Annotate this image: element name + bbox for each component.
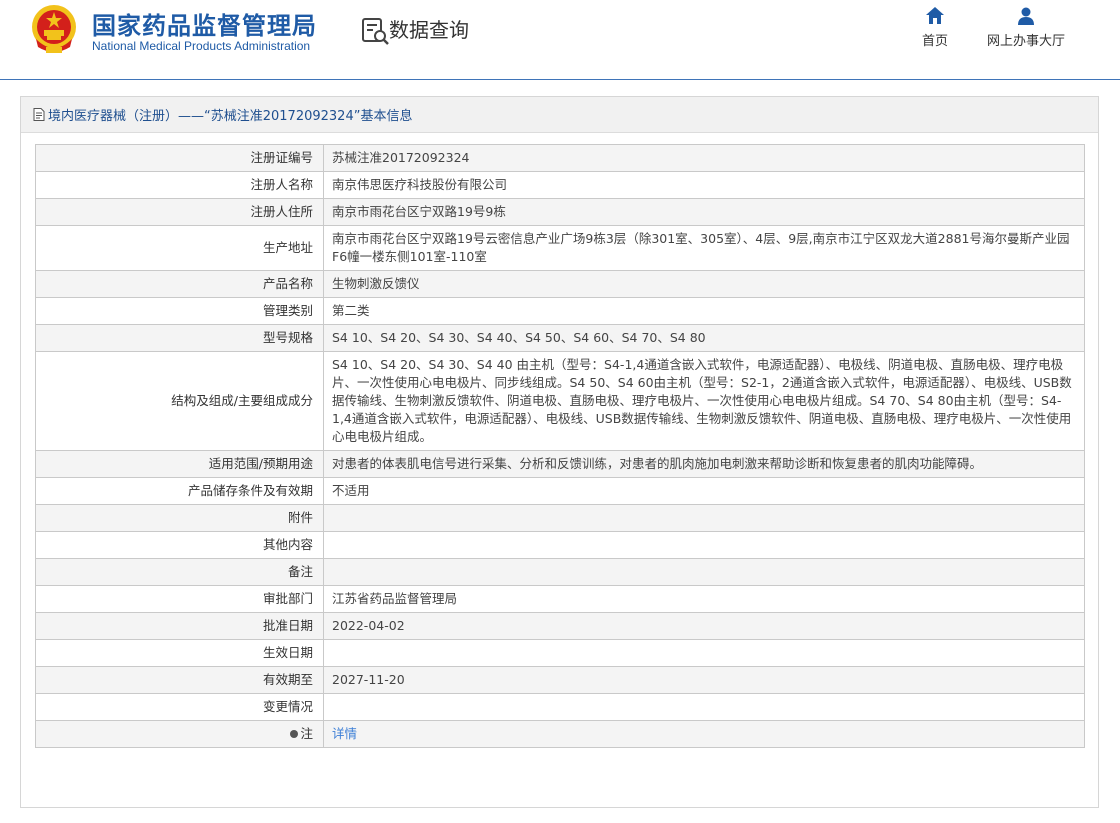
field-value: S4 10、S4 20、S4 30、S4 40 由主机（型号：S4-1,4通道含… — [323, 351, 1085, 451]
field-value — [323, 558, 1085, 586]
field-label: 注册人名称 — [35, 171, 324, 199]
device-info-table: 注册证编号 苏械注准20172092324 注册人名称 南京伟思医疗科技股份有限公司注… — [35, 144, 1085, 748]
site-title-en: National Medical Products Administration — [92, 39, 311, 53]
document-icon — [33, 108, 45, 121]
field-value — [323, 504, 1085, 532]
field-value: 江苏省药品监督管理局 — [323, 585, 1085, 613]
lightbulb-icon — [290, 730, 299, 738]
field-value: 南京市雨花台区宁双路19号云密信息产业广场9栋3层（除301室、305室）、4层… — [323, 225, 1085, 271]
field-value: 对患者的体表肌电信号进行采集、分析和反馈训练，对患者的肌肉施加电刺激来帮助诊断和… — [323, 450, 1085, 478]
field-label: 审批部门 — [35, 585, 324, 613]
field-label: 备注 — [35, 558, 324, 586]
field-value: 苏械注准20172092324 — [323, 144, 1085, 172]
national-emblem-icon — [32, 5, 76, 53]
nav-home-label: 首页 — [921, 34, 948, 49]
field-value: 南京市雨花台区宁双路19号9栋 — [323, 198, 1085, 226]
field-label: 生产地址 — [35, 225, 324, 271]
table-row: 注册人住所 南京市雨花台区宁双路19号9栋 — [35, 198, 1085, 226]
field-value — [323, 693, 1085, 721]
table-row: 结构及组成/主要组成成分 S4 10、S4 20、S4 30、S4 40 由主机（… — [35, 351, 1085, 451]
field-value: 南京伟思医疗科技股份有限公司 — [323, 171, 1085, 199]
table-row: 批准日期 2022-04-02 — [35, 612, 1085, 640]
field-value: 2027-11-20 — [323, 666, 1085, 694]
table-row: 产品名称 生物刺激反馈仪 — [35, 270, 1085, 298]
details-link[interactable]: 详情 — [332, 726, 357, 741]
user-icon — [1018, 7, 1034, 25]
field-label: 适用范围/预期用途 — [35, 450, 324, 478]
field-label: 型号规格 — [35, 324, 324, 352]
table-row: 备注 — [35, 558, 1085, 586]
field-label: 其他内容 — [35, 531, 324, 559]
panel-header: 境内医疗器械（注册）——“苏械注准20172092324”基本信息 — [21, 97, 1098, 133]
field-label: 变更情况 — [35, 693, 324, 721]
field-value — [323, 531, 1085, 559]
field-value: 2022-04-02 — [323, 612, 1085, 640]
field-label: 管理类别 — [35, 297, 324, 325]
field-label: 生效日期 — [35, 639, 324, 667]
field-label: 注 — [35, 720, 324, 748]
table-row: 有效期至 2027-11-20 — [35, 666, 1085, 694]
table-row: 注册人名称 南京伟思医疗科技股份有限公司 — [35, 171, 1085, 199]
field-label: 产品储存条件及有效期 — [35, 477, 324, 505]
field-label: 结构及组成/主要组成成分 — [35, 351, 324, 451]
field-value — [323, 639, 1085, 667]
field-label: 附件 — [35, 504, 324, 532]
table-row: 产品储存条件及有效期 不适用 — [35, 477, 1085, 505]
field-label: 批准日期 — [35, 612, 324, 640]
data-query-icon — [362, 18, 389, 45]
site-header: 国家药品监督管理局 National Medical Products Admi… — [0, 0, 1120, 80]
table-row: 其他内容 — [35, 531, 1085, 559]
field-label: 注册人住所 — [35, 198, 324, 226]
field-label: 产品名称 — [35, 270, 324, 298]
panel-title: 境内医疗器械（注册）——“苏械注准20172092324”基本信息 — [48, 109, 413, 124]
site-title-cn: 国家药品监督管理局 — [92, 12, 317, 40]
field-label: 有效期至 — [35, 666, 324, 694]
nav-online-service-hall-label: 网上办事大厅 — [986, 34, 1065, 49]
nav-home[interactable]: 首页 — [915, 6, 955, 49]
table-row: 生效日期 — [35, 639, 1085, 667]
field-label: 注册证编号 — [35, 144, 324, 172]
field-value: 不适用 — [323, 477, 1085, 505]
table-row: 管理类别 第二类 — [35, 297, 1085, 325]
note-label: 注 — [300, 726, 313, 741]
data-query-title: 数据查询 — [389, 18, 469, 42]
table-row: 附件 — [35, 504, 1085, 532]
table-row: 型号规格 S4 10、S4 20、S4 30、S4 40、S4 50、S4 60、… — [35, 324, 1085, 352]
field-value: S4 10、S4 20、S4 30、S4 40、S4 50、S4 60、S4 7… — [323, 324, 1085, 352]
table-row: 注册证编号 苏械注准20172092324 — [35, 144, 1085, 172]
table-row: 审批部门 江苏省药品监督管理局 — [35, 585, 1085, 613]
home-icon — [926, 7, 944, 24]
table-row: 适用范围/预期用途 对患者的体表肌电信号进行采集、分析和反馈训练，对患者的肌肉施加… — [35, 450, 1085, 478]
field-value: 第二类 — [323, 297, 1085, 325]
field-value: 详情 — [323, 720, 1085, 748]
nav-online-service-hall[interactable]: 网上办事大厅 — [984, 6, 1068, 49]
table-row: 生产地址 南京市雨花台区宁双路19号云密信息产业广场9栋3层（除301室、305室… — [35, 225, 1085, 271]
table-row: 变更情况 — [35, 693, 1085, 721]
table-row: 注 详情 — [35, 720, 1085, 748]
field-value: 生物刺激反馈仪 — [323, 270, 1085, 298]
device-info-panel: 境内医疗器械（注册）——“苏械注准20172092324”基本信息 注册证编号苏… — [20, 96, 1099, 808]
